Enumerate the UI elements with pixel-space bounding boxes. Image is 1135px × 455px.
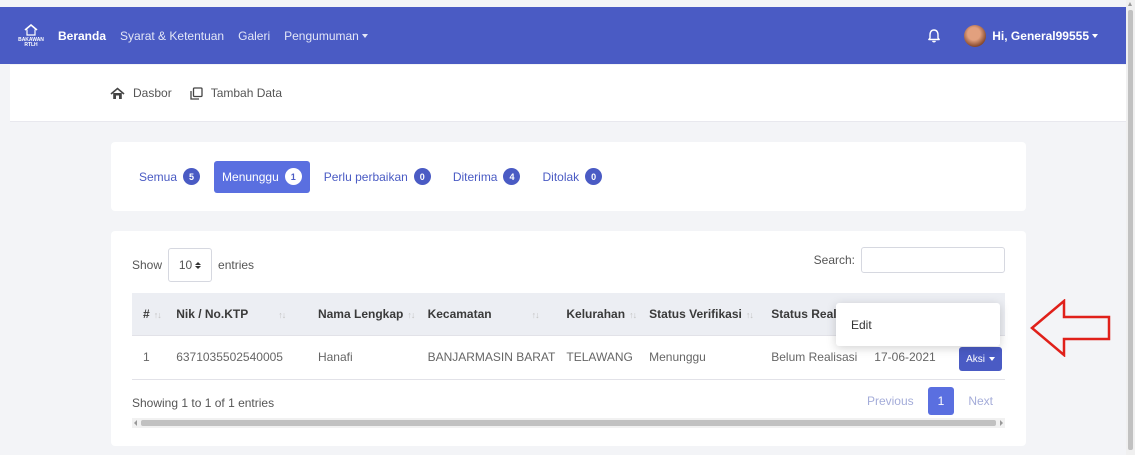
col-header-label: Status Verifikasi [649,306,742,321]
bell-icon[interactable] [926,28,942,44]
updown-icon [195,261,202,269]
table-search: Search: [814,247,1005,273]
pagination-previous[interactable]: Previous [857,387,924,415]
caret-down-icon [361,34,368,39]
cell-nama: Hanafi [306,334,417,380]
scroll-left-icon[interactable] [134,420,137,426]
sort-icon: ↑↓ [531,309,540,320]
tab-menunggu[interactable]: Menunggu 1 [214,160,310,193]
search-input[interactable] [861,247,1005,273]
tab-semua-label: Semua [139,169,178,184]
app-logo[interactable]: BAKAWAN RTLH [18,23,44,48]
cell-kelurahan: TELAWANG [555,334,639,380]
tab-perlu-perbaikan[interactable]: Perlu perbaikan 0 [316,161,439,193]
pagination: Previous 1 Next [857,387,1003,415]
page-scrollbar[interactable] [1126,0,1135,455]
top-navbar: BAKAWAN RTLH Beranda Syarat & Ketentuan G… [0,7,1126,64]
count-badge: 1 [284,168,302,185]
sort-icon: ↑↓ [745,309,754,320]
scroll-right-icon[interactable] [1000,420,1003,426]
count-badge: 4 [503,168,521,185]
aksi-button[interactable]: Aksi [959,347,1002,371]
scrollbar-thumb[interactable] [1128,10,1133,450]
red-arrow-annotation-icon [1030,299,1111,357]
caret-down-icon [1092,34,1098,39]
search-label: Search: [813,253,855,267]
count-badge: 0 [585,168,603,185]
count-badge: 0 [413,168,431,185]
entries-value: 10 [178,258,193,272]
col-header-label: # [143,306,150,321]
col-header-label: Nama Lengkap [317,306,404,321]
tab-perlu-perbaikan-label: Perlu perbaikan [323,169,408,184]
show-label: Show [132,258,163,272]
tab-ditolak-label: Ditolak [542,169,580,184]
caret-down-icon [988,357,995,361]
cell-status-verifikasi: Menunggu [638,334,761,380]
sort-icon: ↑↓ [629,309,637,320]
sort-icon: ↑↓ [278,309,286,320]
col-header-nik[interactable]: Nik / No.KTP ↑↓ [165,293,307,335]
pagination-next[interactable]: Next [958,387,1003,415]
breadcrumb: Dasbor Tambah Data [10,65,1126,122]
count-badge: 5 [183,168,201,185]
col-header-kecamatan[interactable]: Kecamatan ↑↓ [417,293,556,335]
breadcrumb-dasbor[interactable]: Dasbor [110,86,172,100]
col-header-kelurahan[interactable]: Kelurahan ↑↓ [555,293,638,335]
cell-no: 1 [132,334,166,380]
house-logo-icon [24,23,38,36]
nav-syarat-ketentuan[interactable]: Syarat & Ketentuan [120,29,224,43]
user-greeting: Hi, General99555 [992,28,1089,43]
copy-icon [190,86,203,100]
tab-diterima-label: Diterima [452,169,498,184]
col-header-label: Nik / No.KTP [176,306,249,321]
aksi-label: Aksi [966,353,985,365]
breadcrumb-tambah-data-label: Tambah Data [210,86,283,100]
table-horizontal-scrollbar[interactable] [132,418,1005,428]
table-info: Showing 1 to 1 of 1 entries [132,396,275,410]
cell-nik: 6371035502540005 [165,334,307,380]
scroll-up-icon[interactable] [1128,2,1132,6]
col-header-no[interactable]: # ↑↓ [132,293,165,335]
entries-label: entries [218,258,255,272]
col-header-label: Kelurahan [566,306,626,321]
nav-beranda[interactable]: Beranda [58,29,106,43]
nav-pengumuman-label: Pengumuman [284,28,359,43]
sort-icon: ↑↓ [407,309,415,320]
logo-text: BAKAWAN RTLH [18,36,44,48]
scrollbar-thumb[interactable] [141,420,996,426]
breadcrumb-tambah-data[interactable]: Tambah Data [190,86,282,100]
tab-semua[interactable]: Semua 5 [131,161,208,193]
user-menu[interactable]: Hi, General99555 [992,29,1098,43]
status-tabs: Semua 5 Menunggu 1 Perlu perbaikan 0 Diteri… [111,142,1026,211]
nav-pengumuman[interactable]: Pengumuman [284,29,368,43]
col-header-label: Kecamatan [427,306,492,321]
pagination-page-current[interactable]: 1 [927,387,955,415]
dropdown-item-edit[interactable]: Edit [836,303,1000,346]
col-header-status-verifikasi[interactable]: Status Verifikasi ↑↓ [638,293,760,335]
aksi-dropdown-menu: Edit [836,303,1000,346]
home-icon [110,86,125,99]
breadcrumb-dasbor-label: Dasbor [133,86,172,100]
nav-galeri[interactable]: Galeri [238,29,270,43]
sort-icon: ↑↓ [153,309,162,320]
tab-menunggu-label: Menunggu [222,169,279,184]
entries-select[interactable]: 10 [168,248,213,282]
user-avatar[interactable] [964,24,987,47]
tab-diterima[interactable]: Diterima 4 [445,161,529,193]
tab-ditolak[interactable]: Ditolak 0 [534,161,610,193]
col-header-nama[interactable]: Nama Lengkap ↑↓ [307,293,417,335]
entries-length-control: Show 10 entries [132,248,254,282]
cell-kecamatan: BANJARMASIN BARAT [416,334,556,380]
